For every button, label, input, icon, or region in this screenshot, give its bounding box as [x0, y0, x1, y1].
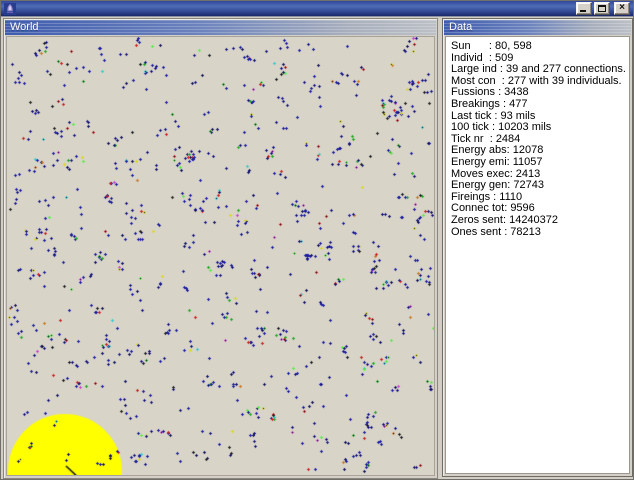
data-statistics-list: Sun : 80, 598 Individ : 509 Large ind : 39… [445, 36, 630, 474]
data-statistic-line: Ones sent : 78213 [451, 225, 541, 238]
data-statistic-line: Energy emi: 11057 [451, 155, 543, 168]
data-statistic-line: Energy gen: 72743 [451, 179, 544, 192]
java-app-icon [4, 2, 16, 15]
world-canvas[interactable] [7, 37, 434, 475]
data-statistic-line: Breakings : 477 [451, 97, 528, 110]
data-statistic-line: Sun : 80, 598 [451, 40, 532, 52]
close-icon: × [619, 1, 625, 13]
close-button[interactable]: × [614, 2, 630, 15]
data-frame: Data Sun : 80, 598 Individ : 509 Large ind… [442, 18, 633, 477]
world-view[interactable] [6, 36, 435, 476]
world-frame: World [3, 18, 438, 479]
minimize-icon [580, 10, 586, 12]
minimize-button[interactable] [576, 2, 592, 15]
data-statistic-line: Zeros sent: 14240372 [451, 213, 559, 226]
window-titlebar[interactable]: × [1, 1, 633, 17]
app-window: × World Data Sun : 80, 598 Individ : 509 L… [0, 0, 634, 480]
data-statistic-line: 100 tick : 10203 mils [451, 121, 552, 134]
maximize-button[interactable] [594, 2, 610, 15]
maximize-icon [598, 5, 606, 12]
data-frame-titlebar[interactable]: Data [444, 20, 631, 35]
world-frame-titlebar[interactable]: World [5, 20, 436, 35]
